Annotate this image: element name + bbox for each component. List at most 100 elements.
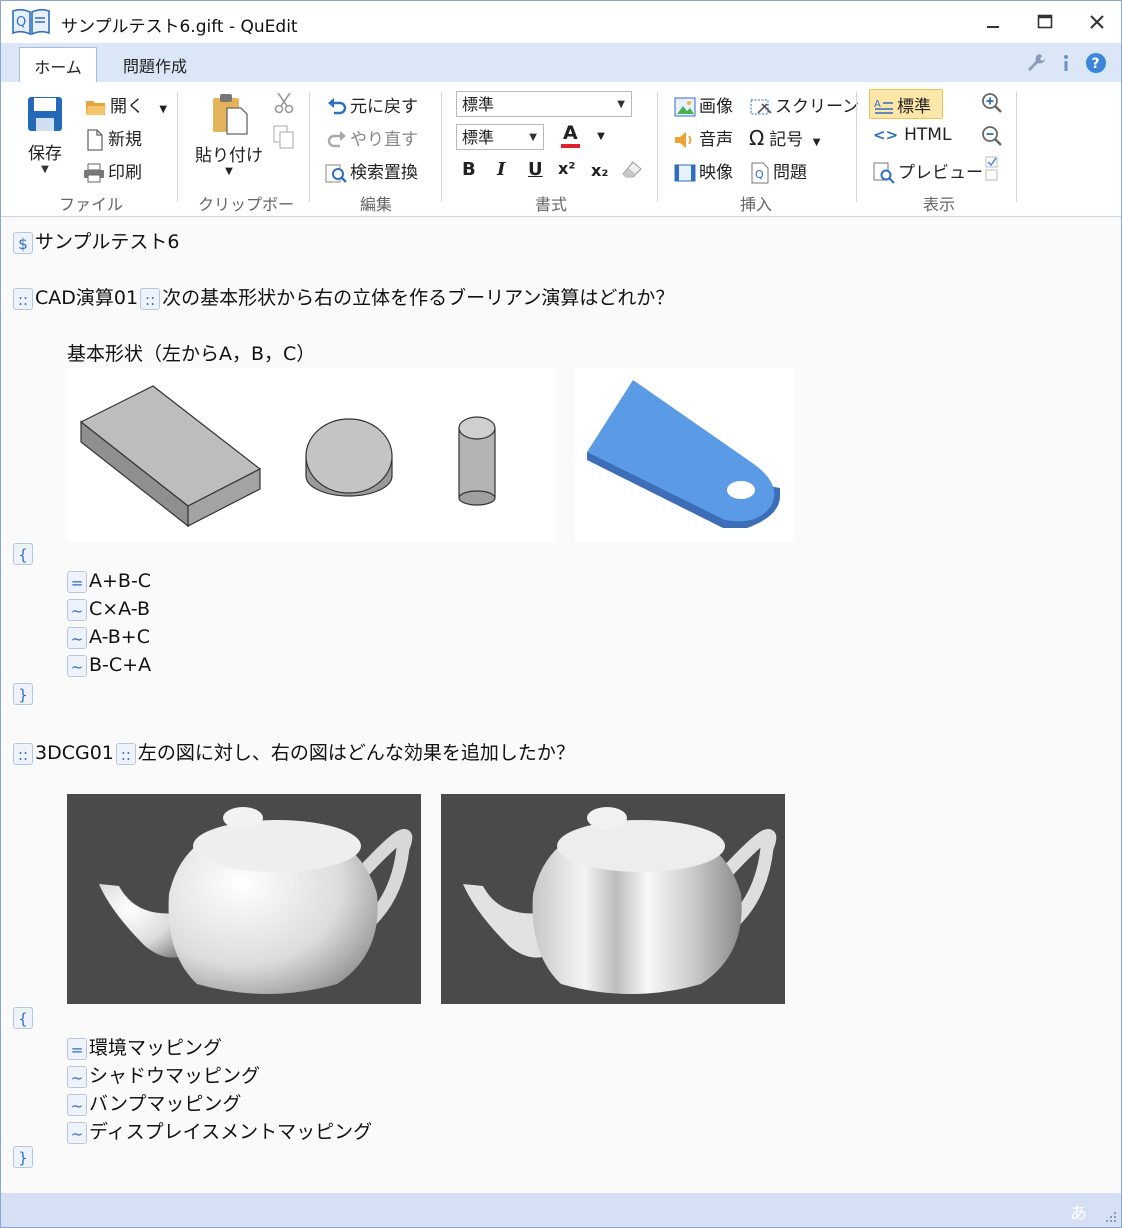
- correct-marker: =: [67, 570, 87, 593]
- paragraph-style-select[interactable]: 標準 ▼: [456, 91, 632, 117]
- close-button[interactable]: [1077, 5, 1117, 39]
- answer-block-open-1[interactable]: {: [13, 542, 35, 565]
- question-2-text: 左の図に対し、右の図はどんな効果を追加したか？: [137, 742, 575, 764]
- cut-button[interactable]: [273, 92, 295, 119]
- undo-button[interactable]: 元に戻す: [327, 92, 418, 117]
- info-icon[interactable]: [1055, 52, 1077, 74]
- close-icon: [1090, 15, 1104, 29]
- screenshot-icon: [750, 99, 772, 115]
- result-solid-image[interactable]: [575, 368, 794, 542]
- answer-block-open-2[interactable]: {: [13, 1006, 35, 1029]
- subscript-button[interactable]: x₂: [591, 161, 608, 180]
- teapot-left-image[interactable]: [67, 794, 421, 1004]
- question-2-name: 3DCG01: [35, 742, 114, 764]
- copy-icon: [273, 125, 294, 149]
- font-size-select[interactable]: 標準 ▼: [456, 124, 544, 150]
- settings-wrench-icon[interactable]: [1025, 52, 1047, 74]
- tab-home[interactable]: ホーム: [19, 47, 97, 83]
- font-color-button[interactable]: A ▼: [561, 122, 605, 148]
- insert-screen-button[interactable]: スクリーン: [750, 92, 859, 118]
- answer-block-close-2[interactable]: }: [13, 1145, 35, 1168]
- bold-button[interactable]: B: [462, 159, 476, 180]
- standard-view-icon: A: [874, 99, 893, 114]
- new-button[interactable]: 新規: [85, 125, 142, 151]
- question-marker: ::: [13, 287, 33, 310]
- view-standard-button[interactable]: A 標準: [869, 89, 943, 119]
- minimize-icon: [987, 26, 999, 28]
- teapot-right-image[interactable]: [441, 794, 785, 1004]
- print-button[interactable]: 印刷: [83, 158, 142, 183]
- eraser-icon: [622, 161, 642, 178]
- answer-2-3[interactable]: ~ バンプマッピング: [67, 1089, 241, 1116]
- font-color-dropdown-arrow-icon: ▼: [597, 131, 605, 142]
- zoom-in-icon: [982, 93, 1002, 113]
- basic-shapes-image[interactable]: [67, 368, 555, 542]
- paste-button[interactable]: 貼り付け ▼: [193, 92, 265, 177]
- title-bar[interactable]: Q サンプルテスト6.gift - QuEdit: [1, 1, 1121, 43]
- shapes-illustration: [79, 385, 496, 528]
- image-icon: [674, 97, 696, 117]
- save-button[interactable]: 保存 ▼: [23, 94, 67, 175]
- insert-question-button[interactable]: Q 問題: [750, 158, 807, 184]
- question-2-line[interactable]: :: 3DCG01:: 左の図に対し、右の図はどんな効果を追加したか？: [13, 738, 575, 765]
- question-doc-icon: Q: [751, 162, 769, 184]
- question-1-line[interactable]: :: CAD演算01:: 次の基本形状から右の立体を作るブーリアン演算はどれか？: [13, 283, 674, 310]
- zoom-out-button[interactable]: [981, 125, 1003, 152]
- answer-1-1[interactable]: = A+B-C: [67, 570, 151, 593]
- svg-text:Q: Q: [16, 15, 26, 30]
- answer-1-2[interactable]: ~ C×A-B: [67, 598, 150, 621]
- floppy-save-icon: [28, 97, 62, 131]
- view-preview-button[interactable]: プレビュー: [873, 158, 983, 184]
- group-label-format: 書式: [534, 195, 567, 214]
- answer-block-close-1[interactable]: }: [13, 682, 35, 705]
- insert-image-button[interactable]: 画像: [674, 92, 733, 117]
- open-button[interactable]: 開く ▼: [85, 92, 167, 117]
- insert-video-button[interactable]: 映像: [674, 158, 733, 183]
- editor-area[interactable]: $ サンプルテスト6 :: CAD演算01:: 次の基本形状から右の立体を作るブーリア…: [1, 217, 1121, 1193]
- copy-button[interactable]: [273, 125, 295, 154]
- help-icon[interactable]: ?: [1085, 52, 1107, 74]
- underline-button[interactable]: U: [528, 159, 543, 180]
- app-book-icon: Q: [12, 8, 50, 36]
- ime-indicator[interactable]: あ: [1070, 1199, 1087, 1224]
- answer-2-2[interactable]: ~ シャドウマッピング: [67, 1061, 260, 1088]
- insert-audio-button[interactable]: 音声: [674, 125, 733, 150]
- view-html-button[interactable]: <> HTML: [873, 125, 951, 145]
- chevron-down-icon: ▼: [617, 99, 625, 110]
- redo-icon: [327, 131, 346, 148]
- maximize-icon: [1037, 14, 1053, 29]
- question-marker: ::: [140, 287, 161, 310]
- answer-2-4[interactable]: ~ ディスプレイスメントマッピング: [67, 1117, 372, 1144]
- wrong-marker: ~: [67, 1121, 87, 1144]
- resize-grip-icon[interactable]: [1103, 1209, 1117, 1223]
- status-bar: あ: [1, 1193, 1121, 1227]
- save-dropdown-arrow-icon: ▼: [41, 164, 49, 175]
- zoom-in-button[interactable]: [981, 92, 1003, 119]
- group-label-view: 表示: [922, 195, 955, 214]
- doc-title-line[interactable]: $ サンプルテスト6: [13, 227, 180, 254]
- app-window: Q サンプルテスト6.gift - QuEdit ホーム 問題作成 ? 保存 ▼…: [0, 0, 1122, 1228]
- question-marker: ::: [13, 742, 33, 765]
- search-replace-icon: [325, 164, 347, 183]
- minimize-button[interactable]: [973, 5, 1013, 39]
- italic-button[interactable]: I: [497, 159, 505, 180]
- wrong-marker: ~: [67, 598, 87, 621]
- ribbon-divider: [657, 92, 658, 202]
- group-label-edit: 編集: [359, 195, 392, 214]
- answer-1-4[interactable]: ~ B-C+A: [67, 654, 151, 677]
- find-replace-button[interactable]: 検索置換: [325, 158, 418, 184]
- maximize-button[interactable]: [1025, 5, 1065, 39]
- answer-2-1[interactable]: = 環境マッピング: [67, 1033, 222, 1060]
- superscript-button[interactable]: x²: [558, 159, 575, 178]
- clear-format-button[interactable]: [621, 160, 643, 185]
- insert-symbol-button[interactable]: Ω 記号 ▼: [749, 125, 820, 150]
- scissors-icon: [274, 92, 294, 114]
- answer-1-3[interactable]: ~ A-B+C: [67, 626, 150, 649]
- zoom-out-icon: [982, 126, 1002, 146]
- ribbon-divider: [441, 92, 442, 202]
- view-checkbox-toggle[interactable]: [985, 156, 999, 187]
- tab-create-question[interactable]: 問題作成: [106, 47, 204, 82]
- redo-button[interactable]: やり直す: [327, 125, 418, 150]
- speaker-icon: [675, 132, 692, 148]
- question-1-text: 次の基本形状から右の立体を作るブーリアン演算はどれか？: [162, 287, 675, 309]
